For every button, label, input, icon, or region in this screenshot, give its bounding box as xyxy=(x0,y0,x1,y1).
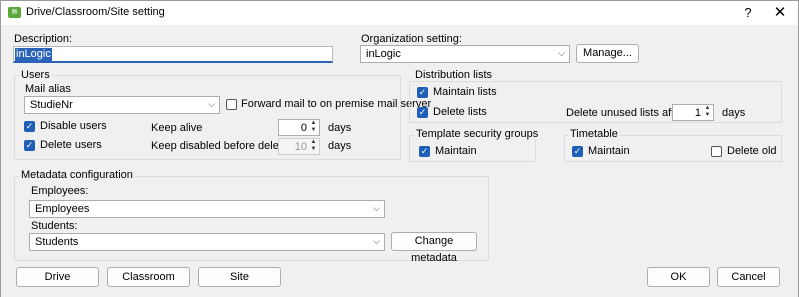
keep-alive-value: 0 xyxy=(300,122,307,134)
students-select[interactable]: Students ⌵ xyxy=(29,233,385,251)
keep-disabled-value: 10 xyxy=(294,141,307,153)
description-value: inLogic xyxy=(15,48,52,61)
students-value: Students xyxy=(35,236,79,248)
organization-value: inLogic xyxy=(366,48,401,60)
drive-button[interactable]: Drive xyxy=(16,267,99,287)
mail-alias-select[interactable]: StudieNr ⌵ xyxy=(24,96,220,114)
mail-alias-value: StudieNr xyxy=(30,99,73,111)
delete-users-label: Delete users xyxy=(40,139,102,151)
close-icon[interactable]: ✕ xyxy=(765,1,795,25)
delete-old-checkbox[interactable] xyxy=(711,146,722,157)
distribution-group-title: Distribution lists xyxy=(413,69,495,81)
ok-button[interactable]: OK xyxy=(647,267,710,287)
employees-label: Employees: xyxy=(31,185,89,197)
chevron-down-icon: ⌵ xyxy=(373,236,380,246)
maintain-lists-checkbox[interactable]: ✓ xyxy=(417,87,428,98)
title-bar: ▤ Drive/Classroom/Site setting ? ✕ xyxy=(1,1,798,25)
keep-alive-spinner[interactable]: 0 ▲ ▼ xyxy=(278,119,320,136)
app-icon: ▤ xyxy=(8,7,21,18)
template-security-title: Template security groups xyxy=(414,128,541,140)
delete-unused-label: Delete unused lists after xyxy=(566,107,685,119)
delete-lists-label: Delete lists xyxy=(433,106,487,118)
dialog-window: ▤ Drive/Classroom/Site setting ? ✕ Descr… xyxy=(0,0,799,297)
students-label: Students: xyxy=(31,220,78,232)
timetable-maintain-label: Maintain xyxy=(588,145,630,157)
delete-unused-value: 1 xyxy=(694,107,701,119)
template-maintain-checkbox[interactable]: ✓ xyxy=(419,146,430,157)
keep-disabled-spinner[interactable]: 10 ▲ ▼ xyxy=(278,138,320,155)
timetable-maintain-checkbox[interactable]: ✓ xyxy=(572,146,583,157)
forward-mail-checkbox[interactable] xyxy=(226,99,237,110)
keep-alive-label: Keep alive xyxy=(151,122,203,134)
manage-button[interactable]: Manage... xyxy=(576,44,639,63)
description-label: Description: xyxy=(14,33,73,45)
classroom-button[interactable]: Classroom xyxy=(107,267,190,287)
delete-unused-spinner[interactable]: 1 ▲ ▼ xyxy=(672,104,714,121)
users-group-title: Users xyxy=(19,69,52,81)
template-maintain-label: Maintain xyxy=(435,145,477,157)
metadata-group-title: Metadata configuration xyxy=(19,169,135,181)
chevron-down-icon: ⌵ xyxy=(558,48,565,58)
dialog-content: Description: inLogic Organization settin… xyxy=(1,25,798,297)
keep-alive-unit: days xyxy=(328,122,352,134)
chevron-down-icon: ⌵ xyxy=(373,203,380,213)
spin-arrows-icon[interactable]: ▲ ▼ xyxy=(309,120,318,135)
delete-lists-checkbox[interactable]: ✓ xyxy=(417,107,428,118)
change-metadata-button[interactable]: Change metadata xyxy=(391,232,477,264)
keep-disabled-label: Keep disabled before deleting xyxy=(151,140,297,152)
description-input[interactable]: inLogic xyxy=(13,46,333,63)
employees-value: Employees xyxy=(35,203,90,215)
delete-old-label: Delete old xyxy=(727,145,777,157)
organization-label: Organization setting: xyxy=(361,33,462,45)
organization-select[interactable]: inLogic ⌵ xyxy=(360,45,570,63)
disable-users-checkbox[interactable]: ✓ xyxy=(24,121,35,132)
employees-select[interactable]: Employees ⌵ xyxy=(29,200,385,218)
delete-unused-unit: days xyxy=(722,107,746,119)
site-button[interactable]: Site xyxy=(198,267,281,287)
spin-arrows-icon[interactable]: ▲ ▼ xyxy=(309,139,318,154)
maintain-lists-label: Maintain lists xyxy=(433,86,497,98)
keep-disabled-unit: days xyxy=(328,140,352,152)
cancel-button[interactable]: Cancel xyxy=(717,267,780,287)
spin-arrows-icon[interactable]: ▲ ▼ xyxy=(703,105,712,120)
chevron-down-icon: ⌵ xyxy=(208,99,215,109)
disable-users-label: Disable users xyxy=(40,120,107,132)
timetable-title: Timetable xyxy=(568,128,620,140)
delete-users-checkbox[interactable]: ✓ xyxy=(24,140,35,151)
help-button[interactable]: ? xyxy=(733,1,763,25)
forward-mail-label: Forward mail to on premise mail server xyxy=(241,98,432,110)
window-title: Drive/Classroom/Site setting xyxy=(26,6,165,18)
mail-alias-label: Mail alias xyxy=(25,83,71,95)
